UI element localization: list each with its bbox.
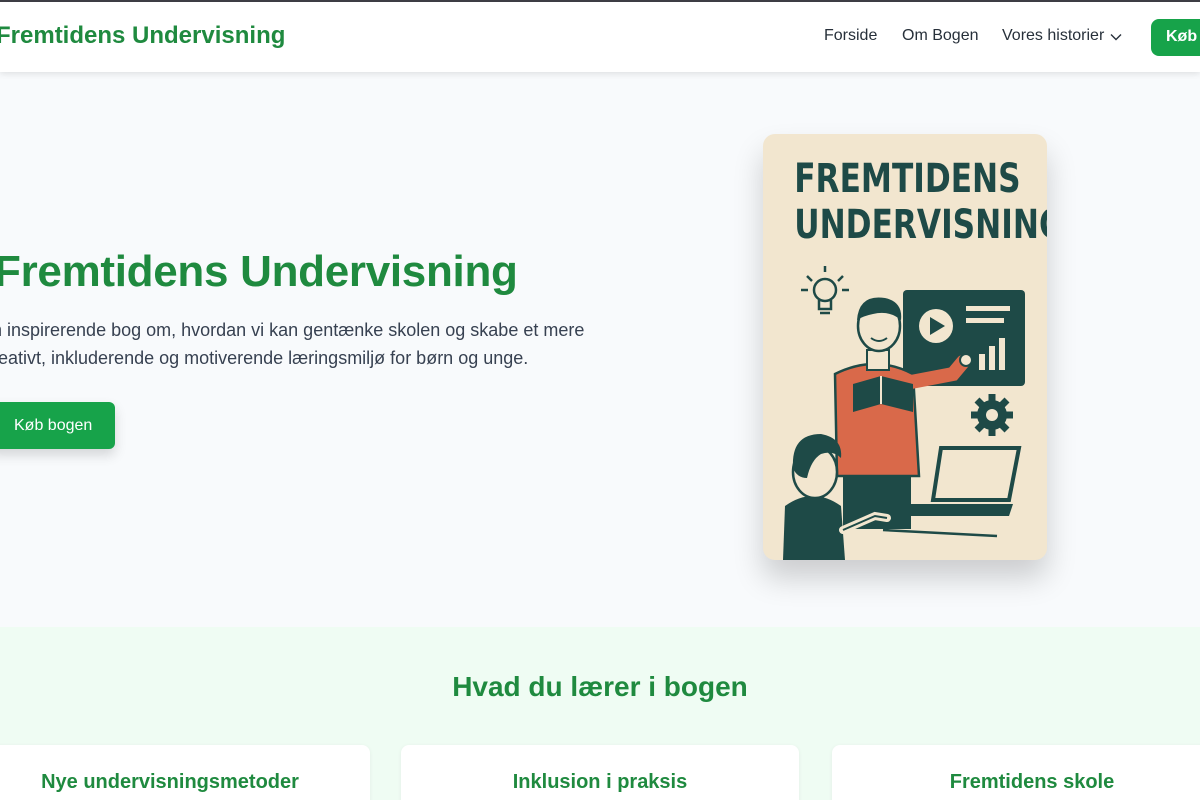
cover-title-line1: FREMTIDENS <box>794 156 1021 202</box>
cover-title-line2: UNDERVISNING <box>794 202 1047 248</box>
nav-dropdown-vores-historier[interactable]: Vores historier <box>1002 27 1122 45</box>
gear-icon <box>971 394 1013 436</box>
brand-logo-link[interactable]: Fremtidens Undervisning <box>0 22 285 50</box>
lightbulb-icon <box>801 266 849 315</box>
nav-link-om-bogen[interactable]: Om Bogen <box>902 27 978 45</box>
feature-card-title: Fremtidens skole <box>949 771 1115 793</box>
teacher-classroom-illustration <box>783 266 1025 560</box>
feature-card: Inklusion i praksis <box>401 745 799 800</box>
nav-dropdown-label: Vores historier <box>1002 27 1105 44</box>
feature-card: Fremtidens skole <box>832 745 1200 800</box>
nav-link-forside[interactable]: Forside <box>824 27 877 45</box>
nav-buy-button[interactable]: Køb <box>1151 19 1200 56</box>
features-section: Hvad du lærer i bogen Nye undervisningsm… <box>0 627 1200 800</box>
feature-card-title: Inklusion i praksis <box>512 771 688 793</box>
book-cover-image: FREMTIDENS UNDERVISNING <box>763 134 1047 560</box>
navbar: Fremtidens Undervisning Forside Om Bogen… <box>0 2 1200 72</box>
hero-description: n inspirerende bog om, hvordan vi kan ge… <box>0 320 585 368</box>
features-title: Hvad du lærer i bogen <box>452 671 748 702</box>
feature-card: Nye undervisningsmetoder <box>0 745 370 800</box>
hero-title: Fremtidens Undervisning <box>0 247 518 296</box>
feature-card-title: Nye undervisningsmetoder <box>41 771 299 793</box>
chevron-down-icon <box>1110 34 1122 41</box>
buy-book-button[interactable]: Køb bogen <box>0 402 115 449</box>
hero-section: Fremtidens Undervisning n inspirerende b… <box>0 72 1200 627</box>
